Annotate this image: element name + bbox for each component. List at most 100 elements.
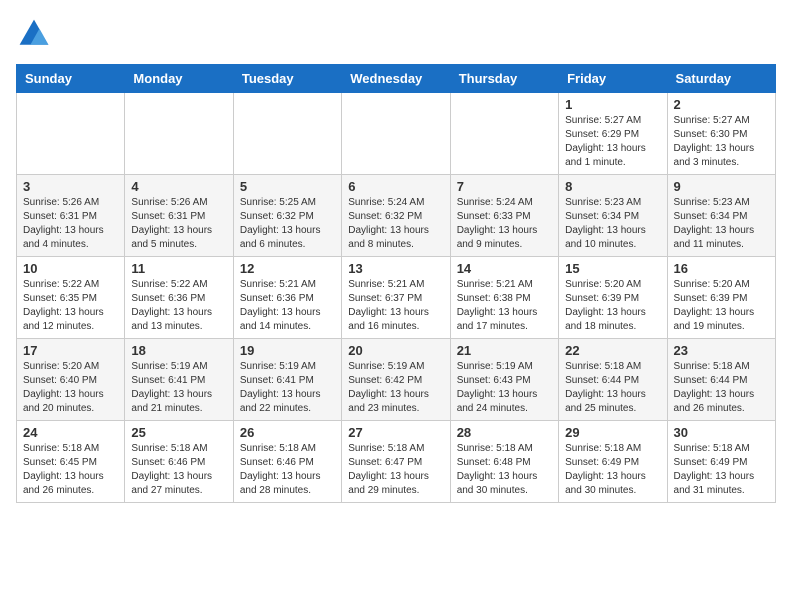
day-info: Sunrise: 5:26 AM Sunset: 6:31 PM Dayligh… [23,196,118,252]
calendar-day-cell: 30 Sunrise: 5:18 AM Sunset: 6:49 PM Dayli… [667,421,775,503]
day-number: 1 [565,97,660,112]
day-info: Sunrise: 5:19 AM Sunset: 6:42 PM Dayligh… [348,360,443,416]
day-number: 14 [457,261,552,276]
day-number: 19 [240,343,335,358]
day-of-week-header: Sunday [17,65,125,93]
page-header [16,16,776,52]
calendar-day-cell [233,93,341,175]
logo [16,16,56,52]
calendar-day-cell [450,93,558,175]
day-of-week-header: Wednesday [342,65,450,93]
day-info: Sunrise: 5:25 AM Sunset: 6:32 PM Dayligh… [240,196,335,252]
day-number: 16 [674,261,769,276]
day-info: Sunrise: 5:18 AM Sunset: 6:44 PM Dayligh… [674,360,769,416]
day-number: 13 [348,261,443,276]
day-number: 30 [674,425,769,440]
day-number: 10 [23,261,118,276]
calendar-week-row: 10 Sunrise: 5:22 AM Sunset: 6:35 PM Dayli… [17,257,776,339]
day-info: Sunrise: 5:18 AM Sunset: 6:48 PM Dayligh… [457,442,552,498]
logo-icon [16,16,52,52]
calendar-day-cell: 21Sunrise: 5:19 AM Sunset: 6:43 PM Dayli… [450,339,558,421]
calendar-day-cell: 18 Sunrise: 5:19 AM Sunset: 6:41 PM Dayli… [125,339,233,421]
calendar-week-row: 17 Sunrise: 5:20 AM Sunset: 6:40 PM Dayli… [17,339,776,421]
day-info: Sunrise: 5:20 AM Sunset: 6:39 PM Dayligh… [565,278,660,334]
calendar-day-cell: 14 Sunrise: 5:21 AM Sunset: 6:38 PM Dayli… [450,257,558,339]
calendar-header-row: SundayMondayTuesdayWednesdayThursdayFrid… [17,65,776,93]
day-info: Sunrise: 5:23 AM Sunset: 6:34 PM Dayligh… [565,196,660,252]
day-info: Sunrise: 5:27 AM Sunset: 6:30 PM Dayligh… [674,114,769,170]
day-info: Sunrise: 5:24 AM Sunset: 6:32 PM Dayligh… [348,196,443,252]
calendar-day-cell: 5 Sunrise: 5:25 AM Sunset: 6:32 PM Daylig… [233,175,341,257]
day-info: Sunrise: 5:24 AM Sunset: 6:33 PM Dayligh… [457,196,552,252]
day-number: 26 [240,425,335,440]
day-number: 11 [131,261,226,276]
calendar-day-cell: 15 Sunrise: 5:20 AM Sunset: 6:39 PM Dayli… [559,257,667,339]
day-info: Sunrise: 5:21 AM Sunset: 6:38 PM Dayligh… [457,278,552,334]
calendar-day-cell: 23 Sunrise: 5:18 AM Sunset: 6:44 PM Dayli… [667,339,775,421]
day-number: 3 [23,179,118,194]
day-info: Sunrise: 5:19 AM Sunset: 6:41 PM Dayligh… [131,360,226,416]
day-info: Sunrise: 5:18 AM Sunset: 6:46 PM Dayligh… [240,442,335,498]
day-number: 4 [131,179,226,194]
day-info: Sunrise: 5:22 AM Sunset: 6:35 PM Dayligh… [23,278,118,334]
day-number: 6 [348,179,443,194]
calendar-day-cell: 19 Sunrise: 5:19 AM Sunset: 6:41 PM Dayli… [233,339,341,421]
calendar-day-cell: 25Sunrise: 5:18 AM Sunset: 6:46 PM Dayli… [125,421,233,503]
day-info: Sunrise: 5:19 AM Sunset: 6:41 PM Dayligh… [240,360,335,416]
day-number: 12 [240,261,335,276]
calendar-day-cell: 3 Sunrise: 5:26 AM Sunset: 6:31 PM Daylig… [17,175,125,257]
calendar-day-cell: 10 Sunrise: 5:22 AM Sunset: 6:35 PM Dayli… [17,257,125,339]
calendar-day-cell [17,93,125,175]
day-info: Sunrise: 5:27 AM Sunset: 6:29 PM Dayligh… [565,114,660,170]
calendar-day-cell: 8 Sunrise: 5:23 AM Sunset: 6:34 PM Daylig… [559,175,667,257]
calendar-day-cell: 7Sunrise: 5:24 AM Sunset: 6:33 PM Daylig… [450,175,558,257]
calendar-day-cell: 20 Sunrise: 5:19 AM Sunset: 6:42 PM Dayli… [342,339,450,421]
day-number: 27 [348,425,443,440]
day-of-week-header: Friday [559,65,667,93]
day-number: 22 [565,343,660,358]
day-info: Sunrise: 5:18 AM Sunset: 6:47 PM Dayligh… [348,442,443,498]
calendar-day-cell: 27 Sunrise: 5:18 AM Sunset: 6:47 PM Dayli… [342,421,450,503]
day-of-week-header: Monday [125,65,233,93]
calendar-day-cell: 13 Sunrise: 5:21 AM Sunset: 6:37 PM Dayli… [342,257,450,339]
day-info: Sunrise: 5:19 AM Sunset: 6:43 PM Dayligh… [457,360,552,416]
day-info: Sunrise: 5:26 AM Sunset: 6:31 PM Dayligh… [131,196,226,252]
calendar-day-cell: 9 Sunrise: 5:23 AM Sunset: 6:34 PM Daylig… [667,175,775,257]
calendar-day-cell: 24Sunrise: 5:18 AM Sunset: 6:45 PM Dayli… [17,421,125,503]
day-number: 9 [674,179,769,194]
day-info: Sunrise: 5:21 AM Sunset: 6:37 PM Dayligh… [348,278,443,334]
calendar-day-cell [342,93,450,175]
calendar-week-row: 24Sunrise: 5:18 AM Sunset: 6:45 PM Dayli… [17,421,776,503]
day-number: 15 [565,261,660,276]
day-number: 18 [131,343,226,358]
day-info: Sunrise: 5:20 AM Sunset: 6:40 PM Dayligh… [23,360,118,416]
day-of-week-header: Tuesday [233,65,341,93]
day-number: 5 [240,179,335,194]
day-number: 2 [674,97,769,112]
day-number: 8 [565,179,660,194]
day-of-week-header: Thursday [450,65,558,93]
calendar-day-cell: 12 Sunrise: 5:21 AM Sunset: 6:36 PM Dayli… [233,257,341,339]
calendar-day-cell: 28Sunrise: 5:18 AM Sunset: 6:48 PM Dayli… [450,421,558,503]
day-info: Sunrise: 5:23 AM Sunset: 6:34 PM Dayligh… [674,196,769,252]
calendar-day-cell: 4 Sunrise: 5:26 AM Sunset: 6:31 PM Daylig… [125,175,233,257]
day-info: Sunrise: 5:22 AM Sunset: 6:36 PM Dayligh… [131,278,226,334]
calendar-day-cell: 26 Sunrise: 5:18 AM Sunset: 6:46 PM Dayli… [233,421,341,503]
calendar-day-cell [125,93,233,175]
day-info: Sunrise: 5:18 AM Sunset: 6:49 PM Dayligh… [674,442,769,498]
calendar-day-cell: 29 Sunrise: 5:18 AM Sunset: 6:49 PM Dayli… [559,421,667,503]
calendar-day-cell: 16 Sunrise: 5:20 AM Sunset: 6:39 PM Dayli… [667,257,775,339]
day-number: 20 [348,343,443,358]
day-info: Sunrise: 5:18 AM Sunset: 6:45 PM Dayligh… [23,442,118,498]
calendar-week-row: 1 Sunrise: 5:27 AM Sunset: 6:29 PM Daylig… [17,93,776,175]
day-number: 23 [674,343,769,358]
day-number: 29 [565,425,660,440]
day-info: Sunrise: 5:21 AM Sunset: 6:36 PM Dayligh… [240,278,335,334]
day-info: Sunrise: 5:20 AM Sunset: 6:39 PM Dayligh… [674,278,769,334]
day-info: Sunrise: 5:18 AM Sunset: 6:44 PM Dayligh… [565,360,660,416]
calendar-day-cell: 2 Sunrise: 5:27 AM Sunset: 6:30 PM Daylig… [667,93,775,175]
day-number: 17 [23,343,118,358]
calendar-day-cell: 1 Sunrise: 5:27 AM Sunset: 6:29 PM Daylig… [559,93,667,175]
day-info: Sunrise: 5:18 AM Sunset: 6:49 PM Dayligh… [565,442,660,498]
calendar-day-cell: 22 Sunrise: 5:18 AM Sunset: 6:44 PM Dayli… [559,339,667,421]
